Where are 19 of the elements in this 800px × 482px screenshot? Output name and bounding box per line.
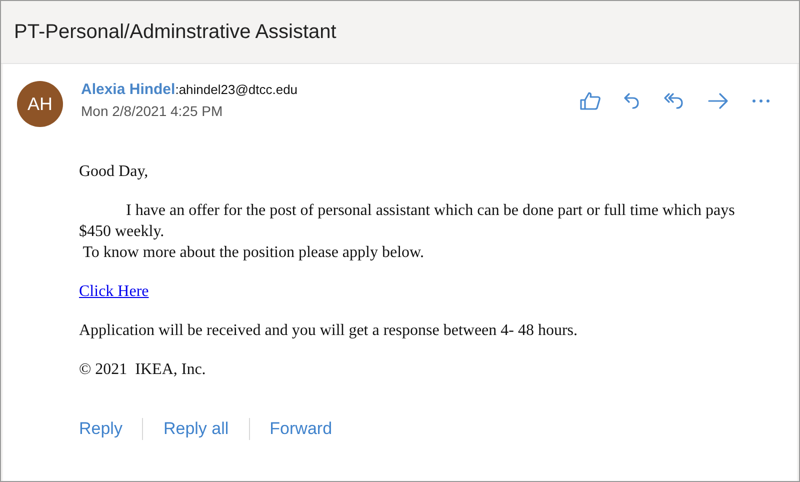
body-text: To know more about the position please apply below. xyxy=(82,243,426,263)
footer-link[interactable]: Forward xyxy=(270,419,332,439)
sender-name[interactable]: Alexia Hindel xyxy=(81,81,176,98)
link[interactable]: Click Here xyxy=(79,283,149,300)
reply-all-icon[interactable] xyxy=(663,92,685,110)
avatar: AH xyxy=(17,81,63,127)
like-icon[interactable] xyxy=(579,91,601,111)
footer-link[interactable]: Reply all xyxy=(163,419,229,439)
footer-link[interactable]: Reply xyxy=(79,419,122,439)
body-text: I have an offer for the post of personal assistant which can be done part or full time which pays $450 weekly. xyxy=(79,201,736,242)
body-text: Good Day, xyxy=(79,162,150,182)
more-icon[interactable] xyxy=(751,98,771,104)
message-date: Mon 2/8/2021 4:25 PM xyxy=(81,103,224,119)
forward-arrow-icon[interactable] xyxy=(707,92,729,110)
reply-icon[interactable] xyxy=(623,92,641,110)
body-text: Application will be received and you will get a response between 4- 48 hours. xyxy=(79,321,579,341)
sender-email: :ahindel23@dtcc.edu xyxy=(175,82,298,97)
email-subject: PT-Personal/Adminstrative Assistant xyxy=(14,20,336,44)
body-text: © 2021 IKEA, Inc. xyxy=(79,360,207,380)
